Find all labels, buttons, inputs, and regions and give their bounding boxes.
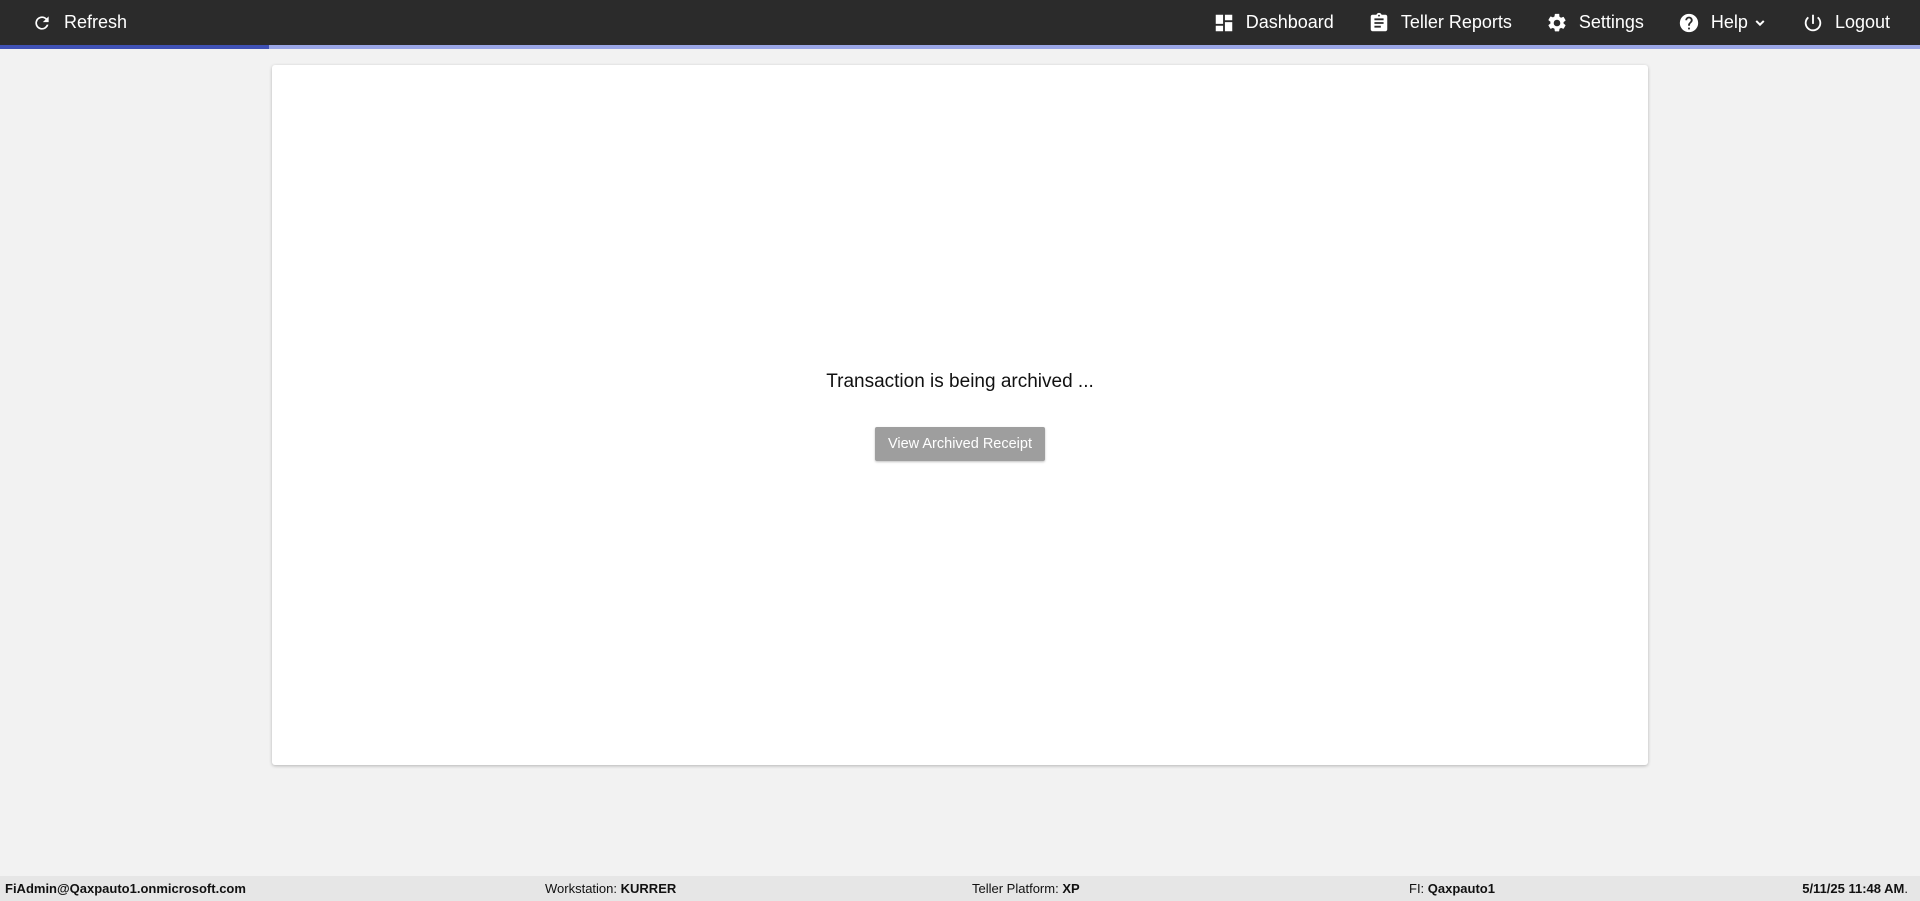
view-archived-receipt-button[interactable]: View Archived Receipt (875, 427, 1045, 461)
top-nav-bar: Refresh Dashboard Teller Reports Setting… (0, 0, 1920, 45)
nav-settings-label: Settings (1578, 12, 1644, 32)
refresh-icon (35, 15, 49, 30)
archive-status-card: Transaction is being archived ... View A… (272, 65, 1648, 765)
dashboard-icon (1215, 14, 1232, 31)
help-circle-icon (1679, 13, 1699, 32)
nav-help[interactable]: Help (1678, 0, 1768, 45)
clipboard-icon (1370, 12, 1388, 31)
status-datetime: 5/11/25 11:48 AM. (1802, 881, 1908, 896)
loading-progress-fill (0, 45, 269, 49)
refresh-button[interactable]: Refresh (32, 0, 127, 45)
nav-teller-reports-label: Teller Reports (1400, 12, 1512, 32)
loading-progress-bar (0, 45, 1920, 49)
status-bar: FiAdmin@Qaxpauto1.onmicrosoft.com Workst… (0, 876, 1920, 901)
nav-dashboard-label: Dashboard (1245, 12, 1334, 32)
nav-dashboard[interactable]: Dashboard (1213, 0, 1334, 45)
nav-logout-label: Logout (1834, 12, 1890, 32)
status-fi: FI: Qaxpauto1 (1409, 881, 1495, 896)
gear-icon (1548, 13, 1566, 31)
status-workstation: Workstation: KURRER (545, 881, 677, 896)
nav-help-label: Help (1710, 12, 1748, 32)
nav-logout[interactable]: Logout (1802, 0, 1890, 45)
status-teller-platform: Teller Platform: XP (972, 881, 1080, 896)
chevron-down-icon (1755, 19, 1765, 26)
nav-teller-reports[interactable]: Teller Reports (1368, 0, 1512, 45)
status-user: FiAdmin@Qaxpauto1.onmicrosoft.com (5, 881, 246, 896)
archive-status-message: Transaction is being archived ... (826, 371, 1094, 392)
power-icon (1804, 14, 1822, 31)
refresh-label: Refresh (64, 12, 128, 32)
nav-settings[interactable]: Settings (1546, 0, 1644, 45)
